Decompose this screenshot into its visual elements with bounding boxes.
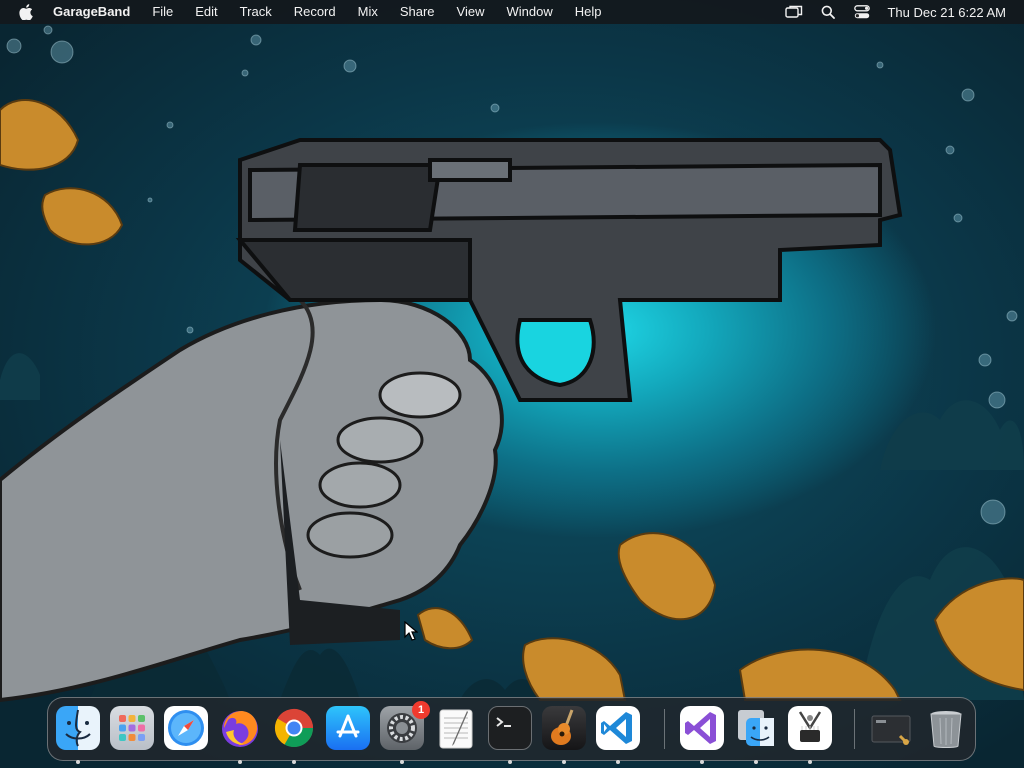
mouse-pointer-icon	[404, 620, 419, 646]
running-indicator	[808, 760, 812, 764]
downloads-stack-icon	[870, 706, 914, 750]
dock-safari[interactable]	[164, 706, 208, 750]
dock-textedit[interactable]	[434, 706, 478, 750]
menu-view[interactable]: View	[446, 0, 496, 24]
dock-firefox[interactable]	[218, 706, 262, 764]
dock-app-store[interactable]	[326, 706, 370, 750]
spotlight-search-icon[interactable]	[819, 4, 837, 20]
finder-icon	[56, 706, 100, 750]
dock-chrome[interactable]	[272, 706, 316, 764]
menu-track[interactable]: Track	[229, 0, 283, 24]
terminal-icon	[488, 706, 532, 750]
menu-mix[interactable]: Mix	[347, 0, 389, 24]
menu-bar: GarageBand File Edit Track Record Mix Sh…	[0, 0, 1024, 24]
menu-record[interactable]: Record	[283, 0, 347, 24]
menu-bar-clock[interactable]: Thu Dec 21 6:22 AM	[887, 5, 1006, 20]
screen-mirroring-icon[interactable]	[785, 4, 803, 20]
garageband-icon	[542, 706, 586, 750]
dock-system-information[interactable]	[788, 706, 832, 764]
control-center-icon[interactable]	[853, 4, 871, 20]
menu-edit[interactable]: Edit	[184, 0, 228, 24]
notification-badge: 1	[412, 701, 430, 719]
vscode-icon	[596, 706, 640, 750]
visual-studio-icon	[680, 706, 724, 750]
running-indicator	[562, 760, 566, 764]
launchpad-icon	[110, 706, 154, 750]
dock: 1	[47, 697, 976, 764]
dock-launchpad[interactable]	[110, 706, 154, 750]
menu-file[interactable]: File	[141, 0, 184, 24]
menu-help[interactable]: Help	[564, 0, 613, 24]
menu-app-name[interactable]: GarageBand	[53, 0, 141, 24]
desktop-wallpaper	[0, 0, 1024, 768]
dock-system-settings[interactable]: 1	[380, 701, 430, 764]
finder-docs-icon	[734, 706, 778, 750]
dock-visual-studio[interactable]	[680, 706, 724, 764]
running-indicator	[508, 760, 512, 764]
dock-terminal[interactable]	[488, 706, 532, 764]
running-indicator	[700, 760, 704, 764]
running-indicator	[292, 760, 296, 764]
apple-menu-icon[interactable]	[19, 4, 33, 20]
dock-finder-documents[interactable]	[734, 706, 778, 764]
app-store-icon	[326, 706, 370, 750]
running-indicator	[400, 760, 404, 764]
running-indicator	[616, 760, 620, 764]
dock-garageband[interactable]	[542, 706, 586, 764]
firefox-icon	[218, 706, 262, 750]
system-information-icon	[788, 706, 832, 750]
menu-share[interactable]: Share	[389, 0, 446, 24]
dock-downloads-stack[interactable]	[870, 706, 914, 750]
dock-finder[interactable]	[56, 706, 100, 764]
running-indicator	[76, 760, 80, 764]
dock-trash[interactable]	[924, 706, 968, 750]
dock-separator	[664, 709, 665, 749]
safari-icon	[164, 706, 208, 750]
running-indicator	[238, 760, 242, 764]
running-indicator	[754, 760, 758, 764]
dock-vscode[interactable]	[596, 706, 640, 764]
textedit-icon	[434, 706, 478, 750]
chrome-icon	[272, 706, 316, 750]
dock-separator	[854, 709, 855, 749]
trash-icon	[924, 706, 968, 750]
menu-window[interactable]: Window	[496, 0, 564, 24]
